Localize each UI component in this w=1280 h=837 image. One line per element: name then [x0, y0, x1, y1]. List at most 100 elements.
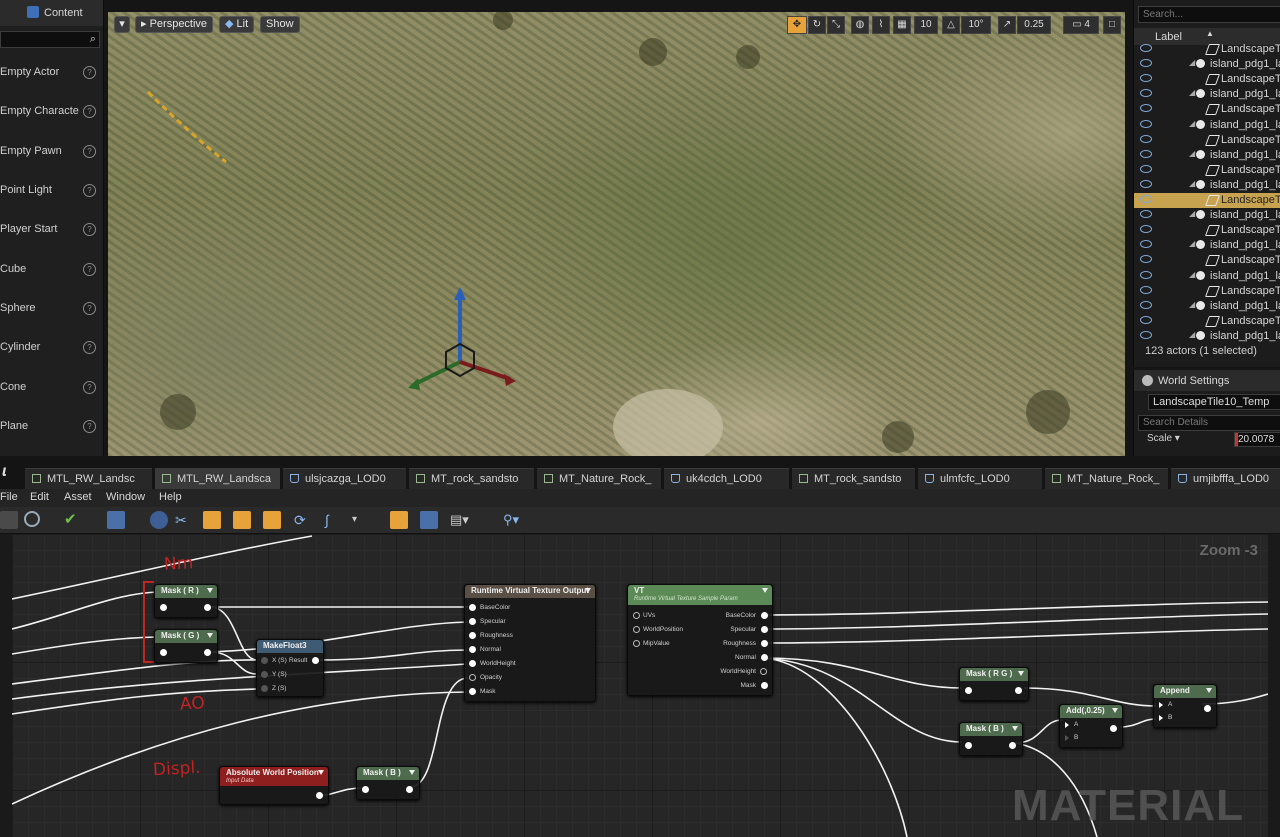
input-pin[interactable]: [633, 626, 640, 633]
output-pin[interactable]: [761, 682, 768, 689]
output-pin[interactable]: [761, 640, 768, 647]
place-item-empty-actor[interactable]: Empty Actor?: [0, 58, 103, 88]
place-item-empty-pawn[interactable]: Empty Pawn?: [0, 137, 103, 167]
node-mask-r[interactable]: Mask ( R ): [154, 584, 218, 618]
place-item-plane[interactable]: Plane?: [0, 412, 103, 442]
output-pin[interactable]: [1009, 742, 1016, 749]
outliner-row[interactable]: LandscapeT: [1134, 284, 1280, 299]
save-icon[interactable]: [0, 511, 18, 529]
grid-snap-value[interactable]: 10: [914, 16, 938, 34]
apply-icon[interactable]: ✔: [64, 511, 82, 529]
actor-name-field[interactable]: LandscapeTile10_Temp: [1148, 394, 1280, 410]
input-pin[interactable]: [261, 657, 268, 664]
connectors-icon[interactable]: [203, 511, 221, 529]
scale-mode-icon[interactable]: ⤡: [827, 16, 845, 34]
outliner-row[interactable]: ◢ island_pdg1_la: [1134, 178, 1280, 193]
transform-gizmo[interactable]: [398, 282, 538, 402]
visibility-eye-icon[interactable]: [1140, 315, 1152, 324]
stats-icon[interactable]: [390, 511, 408, 529]
visibility-eye-icon[interactable]: [1140, 210, 1152, 219]
node-absolute-world-position[interactable]: Absolute World Position Input Data: [219, 766, 329, 805]
visibility-eye-icon[interactable]: [1140, 225, 1152, 234]
visibility-eye-icon[interactable]: [1140, 89, 1152, 98]
node-mask-rg[interactable]: Mask ( R G ): [959, 667, 1029, 701]
outliner-row[interactable]: ◢ island_pdg1_la: [1134, 329, 1280, 344]
clean-up-icon[interactable]: ✂: [175, 511, 193, 529]
visibility-eye-icon[interactable]: [1140, 164, 1152, 173]
outliner-search-input[interactable]: Search...: [1138, 6, 1280, 23]
menu-file[interactable]: File: [0, 491, 18, 503]
outliner-row[interactable]: LandscapeT: [1134, 193, 1280, 208]
node-vt-sample-param[interactable]: VT Runtime Virtual Texture Sample Param U…: [627, 584, 773, 696]
menu-window[interactable]: Window: [106, 491, 145, 503]
place-item-sphere[interactable]: Sphere?: [0, 294, 103, 324]
details-search-input[interactable]: Search Details: [1138, 415, 1280, 431]
input-pin[interactable]: [1065, 735, 1069, 741]
maximize-viewport-icon[interactable]: □: [1103, 16, 1121, 34]
visibility-eye-icon[interactable]: [1140, 119, 1152, 128]
visibility-eye-icon[interactable]: [1140, 240, 1152, 249]
input-pin[interactable]: [160, 604, 167, 611]
outliner-row[interactable]: LandscapeT: [1134, 42, 1280, 57]
visibility-eye-icon[interactable]: [1140, 44, 1152, 52]
asset-tab[interactable]: MT_rock_sandsto: [409, 468, 534, 489]
level-viewport[interactable]: ▾ ▸ Perspective ◆ Lit Show ✥ ↻ ⤡ ◍ ⌇ ▦ 1…: [108, 12, 1125, 456]
outliner-row[interactable]: LandscapeT: [1134, 133, 1280, 148]
rotation-snap-value[interactable]: 10°: [961, 16, 991, 34]
node-mask-b[interactable]: Mask ( B ): [959, 722, 1023, 756]
input-pin[interactable]: [160, 649, 167, 656]
output-pin[interactable]: [761, 654, 768, 661]
expand-arrow-icon[interactable]: ◢: [1189, 300, 1195, 309]
input-pin[interactable]: [1159, 702, 1163, 708]
expand-arrow-icon[interactable]: ◢: [1189, 209, 1195, 218]
node-runtime-virtual-texture-output[interactable]: Runtime Virtual Texture Output BaseColor…: [464, 584, 596, 702]
node-append[interactable]: Append A B: [1153, 684, 1217, 728]
expand-arrow-icon[interactable]: ◢: [1189, 239, 1195, 248]
input-pin[interactable]: [633, 612, 640, 619]
live-preview-icon[interactable]: [233, 511, 251, 529]
place-item-player-start[interactable]: Player Start?: [0, 215, 103, 245]
help-icon[interactable]: ?: [83, 263, 96, 276]
place-item-point-light[interactable]: Point Light?: [0, 176, 103, 206]
outliner-row[interactable]: ◢ island_pdg1_la: [1134, 269, 1280, 284]
visibility-eye-icon[interactable]: [1140, 330, 1152, 339]
visibility-eye-icon[interactable]: [1140, 270, 1152, 279]
input-pin[interactable]: [469, 604, 476, 611]
rotation-snap-icon[interactable]: △: [942, 16, 960, 34]
menu-help[interactable]: Help: [159, 491, 182, 503]
material-graph-canvas[interactable]: Nm AO Displ. Mask ( R ) Mask ( G ) MakeF…: [12, 534, 1268, 837]
asset-tab[interactable]: ulsjcazga_LOD0: [283, 468, 406, 489]
input-pin[interactable]: [965, 742, 972, 749]
visibility-eye-icon[interactable]: [1140, 195, 1152, 203]
surface-snap-icon[interactable]: ⌇: [872, 16, 890, 34]
input-pin[interactable]: [1065, 722, 1069, 728]
input-pin[interactable]: [469, 646, 476, 653]
expand-arrow-icon[interactable]: ◢: [1189, 149, 1195, 158]
outliner-row[interactable]: LandscapeT: [1134, 253, 1280, 268]
help-icon[interactable]: ?: [83, 302, 96, 315]
help-icon[interactable]: ?: [83, 105, 96, 118]
output-pin[interactable]: [204, 649, 211, 656]
camera-speed-button[interactable]: ▭ 4: [1063, 16, 1099, 34]
expand-arrow-icon[interactable]: ◢: [1189, 88, 1195, 97]
outliner-row[interactable]: ◢ island_pdg1_la: [1134, 238, 1280, 253]
world-local-icon[interactable]: ◍: [851, 16, 869, 34]
input-pin[interactable]: [469, 660, 476, 667]
hide-unused-icon[interactable]: ∫: [325, 511, 343, 529]
output-pin[interactable]: [1204, 705, 1211, 712]
input-pin[interactable]: [469, 674, 476, 681]
outliner-row[interactable]: LandscapeT: [1134, 314, 1280, 329]
asset-tab[interactable]: umjibfffa_LOD0: [1171, 468, 1280, 489]
outliner-row[interactable]: LandscapeT: [1134, 163, 1280, 178]
scale-snap-icon[interactable]: ↗: [998, 16, 1016, 34]
asset-tab[interactable]: MT_Nature_Rock_: [1045, 468, 1168, 489]
output-pin[interactable]: [406, 786, 413, 793]
visibility-eye-icon[interactable]: [1140, 285, 1152, 294]
platform-stats-icon[interactable]: [420, 511, 438, 529]
input-pin[interactable]: [261, 671, 268, 678]
expand-arrow-icon[interactable]: ◢: [1189, 58, 1195, 67]
expand-arrow-icon[interactable]: ◢: [1189, 270, 1195, 279]
search-graph-icon[interactable]: [107, 511, 125, 529]
hierarchy-icon[interactable]: ⚲▾: [503, 511, 521, 529]
find-results-icon[interactable]: ▤▾: [450, 511, 469, 529]
